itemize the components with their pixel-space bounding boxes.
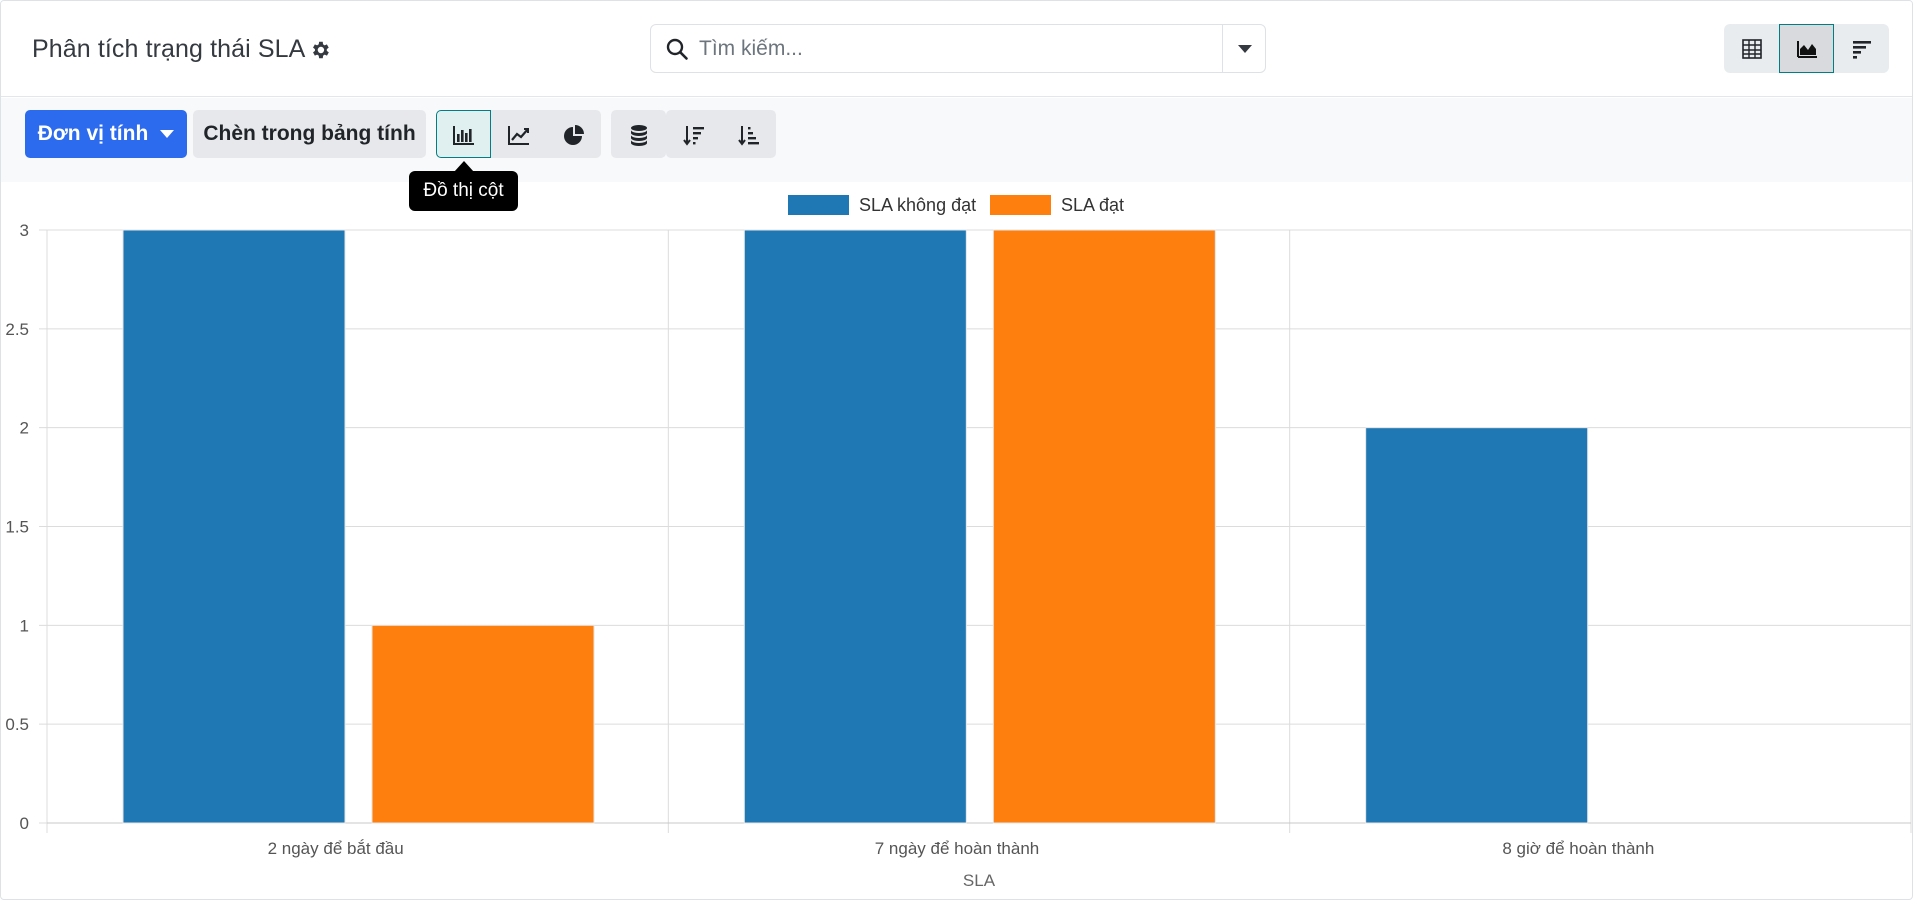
bar bbox=[743, 229, 967, 824]
legend-label: SLA đạt bbox=[1061, 195, 1124, 215]
y-tick-label: 0 bbox=[20, 814, 29, 833]
sort-ascending-button[interactable] bbox=[721, 110, 776, 158]
pie-chart-icon bbox=[564, 125, 584, 145]
stacked-toggle-button[interactable] bbox=[611, 110, 666, 158]
search-bar[interactable] bbox=[650, 24, 1266, 73]
table-icon bbox=[1742, 39, 1762, 59]
sort-descending-button[interactable] bbox=[666, 110, 721, 158]
caret-down-icon bbox=[160, 130, 175, 138]
stacked-group bbox=[611, 110, 666, 158]
x-tick-label: 7 ngày để hoàn thành bbox=[875, 839, 1039, 858]
control-panel: Phân tích trạng thái SLA bbox=[1, 1, 1912, 97]
caret-down-icon bbox=[1238, 45, 1252, 53]
cohort-view-button[interactable] bbox=[1834, 24, 1889, 73]
page-title: Phân tích trạng thái SLA bbox=[32, 35, 306, 63]
search-input[interactable] bbox=[697, 33, 1197, 65]
bar bbox=[122, 229, 346, 824]
search-options-toggle[interactable] bbox=[1222, 25, 1265, 72]
y-tick-label: 1 bbox=[20, 616, 29, 635]
line-chart-button[interactable] bbox=[491, 110, 546, 158]
line-chart-icon bbox=[508, 126, 529, 145]
database-icon bbox=[631, 125, 647, 146]
graph-view: Phân tích trạng thái SLA Tìm kiếm... Đơn… bbox=[0, 0, 1913, 900]
legend-swatch bbox=[788, 195, 849, 215]
view-switcher bbox=[1724, 24, 1889, 73]
sort-group bbox=[666, 110, 776, 158]
y-tick-label: 0.5 bbox=[5, 715, 29, 734]
bar-chart-button[interactable] bbox=[436, 110, 491, 158]
legend-swatch bbox=[990, 195, 1051, 215]
x-axis-label: SLA bbox=[963, 871, 996, 890]
bar bbox=[992, 229, 1216, 824]
measure-label: Đơn vị tính bbox=[37, 122, 149, 145]
y-tick-label: 2.5 bbox=[5, 320, 29, 339]
gear-icon[interactable] bbox=[309, 39, 331, 61]
area-chart-icon bbox=[1797, 41, 1817, 58]
sort-descending-icon bbox=[683, 126, 704, 146]
sort-ascending-icon bbox=[738, 126, 759, 146]
graph-toolbar: Đơn vị tính Chèn trong bảng tính bbox=[1, 98, 1912, 182]
bar-chart: 0 0.5 1 1.5 2 2.5 3 2 ngày để bắt đầu 7 ngày để … bbox=[1, 182, 1912, 899]
x-tick-label: 8 giờ để hoàn thành bbox=[1502, 839, 1654, 858]
graph-view-button[interactable] bbox=[1779, 24, 1834, 73]
legend-label: SLA không đạt bbox=[859, 195, 976, 215]
bar-chart-icon bbox=[453, 126, 474, 145]
chart-canvas: 0 0.5 1 1.5 2 2.5 3 2 ngày để bắt đầu 7 ngày để … bbox=[5, 195, 1912, 890]
bar bbox=[1365, 427, 1589, 824]
insert-spreadsheet-button[interactable]: Chèn trong bảng tính bbox=[193, 110, 426, 158]
y-tick-label: 3 bbox=[20, 221, 29, 240]
bar bbox=[371, 624, 595, 824]
search-icon bbox=[666, 38, 688, 60]
chart-type-group bbox=[436, 110, 601, 158]
x-tick-label: 2 ngày để bắt đầu bbox=[268, 839, 404, 858]
pivot-view-button[interactable] bbox=[1724, 24, 1779, 73]
pie-chart-button[interactable] bbox=[546, 110, 601, 158]
measure-dropdown-button[interactable]: Đơn vị tính bbox=[25, 110, 187, 158]
y-tick-label: 2 bbox=[20, 419, 29, 438]
bar-list-icon bbox=[1853, 41, 1871, 59]
y-tick-label: 1.5 bbox=[5, 518, 29, 537]
